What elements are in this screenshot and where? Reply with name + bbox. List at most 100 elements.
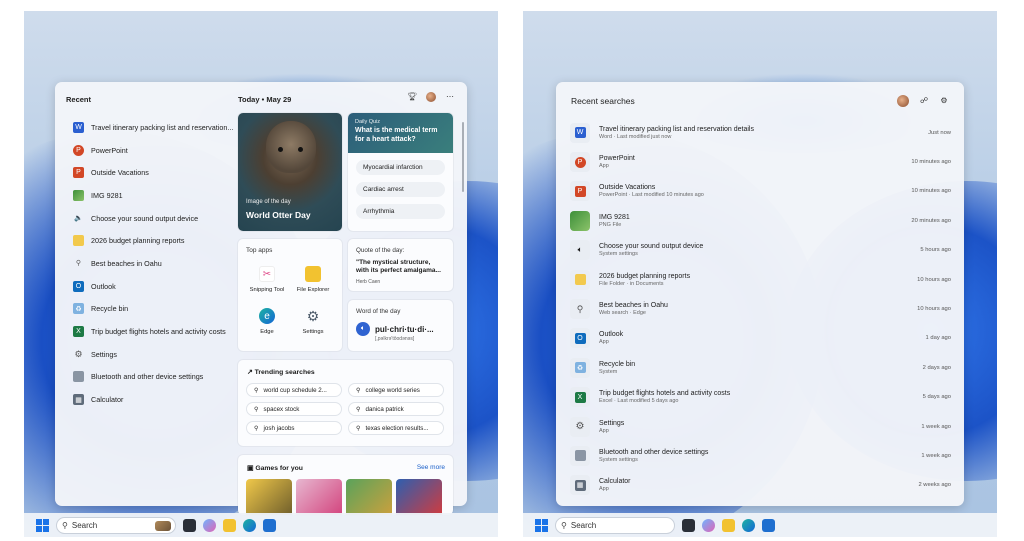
file-explorer-icon[interactable] bbox=[223, 518, 236, 532]
list-item[interactable]: ⚲ Best beaches in Oahu Web search · Edge 10… bbox=[570, 294, 951, 323]
trophy-icon[interactable]: 🏆︎ bbox=[407, 92, 417, 102]
image-of-day-card[interactable]: Image of the day World Otter Day bbox=[238, 113, 342, 231]
quiz-option[interactable]: Myocardial infarction bbox=[356, 160, 445, 175]
calculator-icon: ▦ bbox=[73, 394, 84, 406]
list-item[interactable]: ⚙ Settings bbox=[73, 343, 233, 366]
see-more-link[interactable]: See more bbox=[417, 464, 445, 471]
list-item[interactable]: IMG 9281 bbox=[73, 184, 233, 207]
gear-icon[interactable]: ⚙ bbox=[939, 96, 949, 106]
word-doc-icon: W bbox=[570, 122, 590, 143]
list-item-text: IMG 9281 PNG File bbox=[599, 214, 911, 228]
task-view-icon[interactable] bbox=[183, 518, 196, 532]
trending-label: texas election results... bbox=[365, 424, 429, 432]
list-item-subtitle: App bbox=[599, 339, 609, 346]
calculator-icon: ▦ bbox=[570, 475, 590, 496]
trending-item[interactable]: ⚲ college world series bbox=[348, 383, 444, 397]
start-icon[interactable] bbox=[535, 518, 548, 532]
list-item[interactable]: Bluetooth and other device settings bbox=[73, 366, 233, 389]
list-item-subtitle: System settings bbox=[599, 456, 638, 463]
game-tile[interactable] bbox=[296, 479, 342, 515]
game-tile[interactable] bbox=[396, 479, 442, 515]
app-settings[interactable]: ⚙ Settings bbox=[288, 308, 338, 336]
store-icon[interactable] bbox=[762, 518, 775, 532]
top-apps-heading: Top apps bbox=[246, 247, 273, 254]
list-item[interactable]: P PowerPoint App 10 minutes ago bbox=[570, 147, 951, 176]
list-item[interactable]: 🔈 Choose your sound output device bbox=[73, 207, 233, 230]
list-item[interactable]: X Trip budget flights hotels and activity… bbox=[570, 383, 951, 412]
store-icon[interactable] bbox=[263, 518, 276, 532]
list-item[interactable]: ▦ Calculator bbox=[73, 388, 233, 411]
trending-searches-card: ↗ Trending searches ⚲ world cup schedule … bbox=[238, 360, 453, 446]
quiz-label: Daily Quiz bbox=[355, 119, 381, 125]
game-tile[interactable] bbox=[246, 479, 292, 515]
link-icon[interactable]: ☍ bbox=[919, 96, 929, 106]
quiz-option[interactable]: Cardiac arrest bbox=[356, 182, 445, 197]
device-settings-icon bbox=[73, 371, 84, 383]
trending-item[interactable]: ⚲ world cup schedule 2... bbox=[246, 383, 342, 397]
device-glyph bbox=[574, 450, 586, 462]
list-item[interactable]: W Travel itinerary packing list and reser… bbox=[73, 116, 233, 139]
more-icon[interactable]: ⋯ bbox=[445, 92, 455, 102]
search-icon: ⚲ bbox=[356, 386, 361, 394]
taskbar-search-box[interactable]: ⚲ Search bbox=[555, 516, 675, 534]
search-icon: ⚲ bbox=[75, 260, 82, 268]
start-icon-tile bbox=[542, 518, 548, 525]
taskbar-search-text: Search bbox=[71, 520, 98, 530]
list-item[interactable]: P PowerPoint bbox=[73, 139, 233, 162]
edge-icon[interactable] bbox=[243, 518, 256, 532]
list-item[interactable]: W Travel itinerary packing list and reser… bbox=[570, 118, 951, 147]
start-icon[interactable] bbox=[36, 518, 49, 532]
task-view-icon[interactable] bbox=[682, 518, 695, 532]
image-of-day-title: World Otter Day bbox=[246, 210, 311, 220]
list-item[interactable]: ⚙ Settings App 1 week ago bbox=[570, 412, 951, 441]
trending-item[interactable]: ⚲ danica patrick bbox=[348, 402, 444, 416]
list-item[interactable]: P Outside Vacations PowerPoint · Last modi… bbox=[570, 177, 951, 206]
list-item-text: Travel itinerary packing list and reserv… bbox=[599, 126, 928, 140]
list-item-subtitle: Word · Last modified just now bbox=[599, 133, 672, 140]
list-item[interactable]: O Outlook bbox=[73, 275, 233, 298]
excel-file-icon: X bbox=[570, 387, 590, 408]
search-icon: ⚲ bbox=[62, 520, 68, 530]
device-settings-icon bbox=[570, 445, 590, 466]
gear-icon: ⚙ bbox=[74, 348, 83, 359]
speaker-icon[interactable]: 🔈︎ bbox=[356, 322, 370, 336]
scrollbar[interactable] bbox=[462, 122, 464, 192]
quote-card[interactable]: Quote of the day: "The mystical structur… bbox=[348, 239, 453, 291]
list-item[interactable]: P Outside Vacations bbox=[73, 161, 233, 184]
taskbar: ⚲ Search bbox=[523, 513, 997, 537]
app-file-explorer[interactable]: File Explorer bbox=[288, 266, 338, 293]
copilot-icon[interactable] bbox=[203, 518, 216, 532]
trending-label: danica patrick bbox=[365, 405, 404, 413]
list-item[interactable]: O Outlook App 1 day ago bbox=[570, 324, 951, 353]
list-item-text: Choose your sound output device System se… bbox=[599, 243, 920, 257]
avatar[interactable] bbox=[897, 95, 909, 107]
list-item[interactable]: ⚲ Best beaches in Oahu bbox=[73, 252, 233, 275]
list-item[interactable]: ♻ Recycle bin System 2 days ago bbox=[570, 353, 951, 382]
trending-item[interactable]: ⚲ texas election results... bbox=[348, 421, 444, 435]
app-snipping-tool[interactable]: ✂ Snipping Tool bbox=[242, 266, 292, 293]
quiz-header: Daily Quiz What is the medical term for … bbox=[348, 113, 453, 153]
start-icon-tile bbox=[36, 525, 42, 532]
list-item[interactable]: 🔈︎ Choose your sound output device System … bbox=[570, 236, 951, 265]
word-of-day-card[interactable]: Word of the day 🔈︎ pul·chri·tu·di·... [,… bbox=[348, 300, 453, 351]
list-item[interactable]: ♻ Recycle bin bbox=[73, 298, 233, 321]
list-item-text: Calculator App bbox=[599, 478, 918, 492]
list-item[interactable]: Bluetooth and other device settings Syste… bbox=[570, 441, 951, 470]
quiz-option[interactable]: Arrhythmia bbox=[356, 204, 445, 219]
file-explorer-icon[interactable] bbox=[722, 518, 735, 532]
copilot-icon[interactable] bbox=[702, 518, 715, 532]
list-item-title: IMG 9281 bbox=[599, 213, 630, 221]
list-item[interactable]: 2026 budget planning reports File Folder … bbox=[570, 265, 951, 294]
list-item[interactable]: IMG 9281 PNG File 20 minutes ago bbox=[570, 206, 951, 235]
app-edge[interactable]: e Edge bbox=[242, 308, 292, 335]
trending-item[interactable]: ⚲ josh jacobs bbox=[246, 421, 342, 435]
taskbar-search-box[interactable]: ⚲ Search bbox=[56, 516, 176, 534]
list-item[interactable]: X Trip budget flights hotels and activity… bbox=[73, 320, 233, 343]
edge-icon[interactable] bbox=[742, 518, 755, 532]
trending-item[interactable]: ⚲ spacex stock bbox=[246, 402, 342, 416]
list-item[interactable]: ▦ Calculator App 2 weeks ago bbox=[570, 471, 951, 500]
list-item-title: Best beaches in Oahu bbox=[599, 302, 668, 310]
game-tile[interactable] bbox=[346, 479, 392, 515]
avatar[interactable] bbox=[426, 92, 436, 102]
list-item[interactable]: 2026 budget planning reports bbox=[73, 229, 233, 252]
